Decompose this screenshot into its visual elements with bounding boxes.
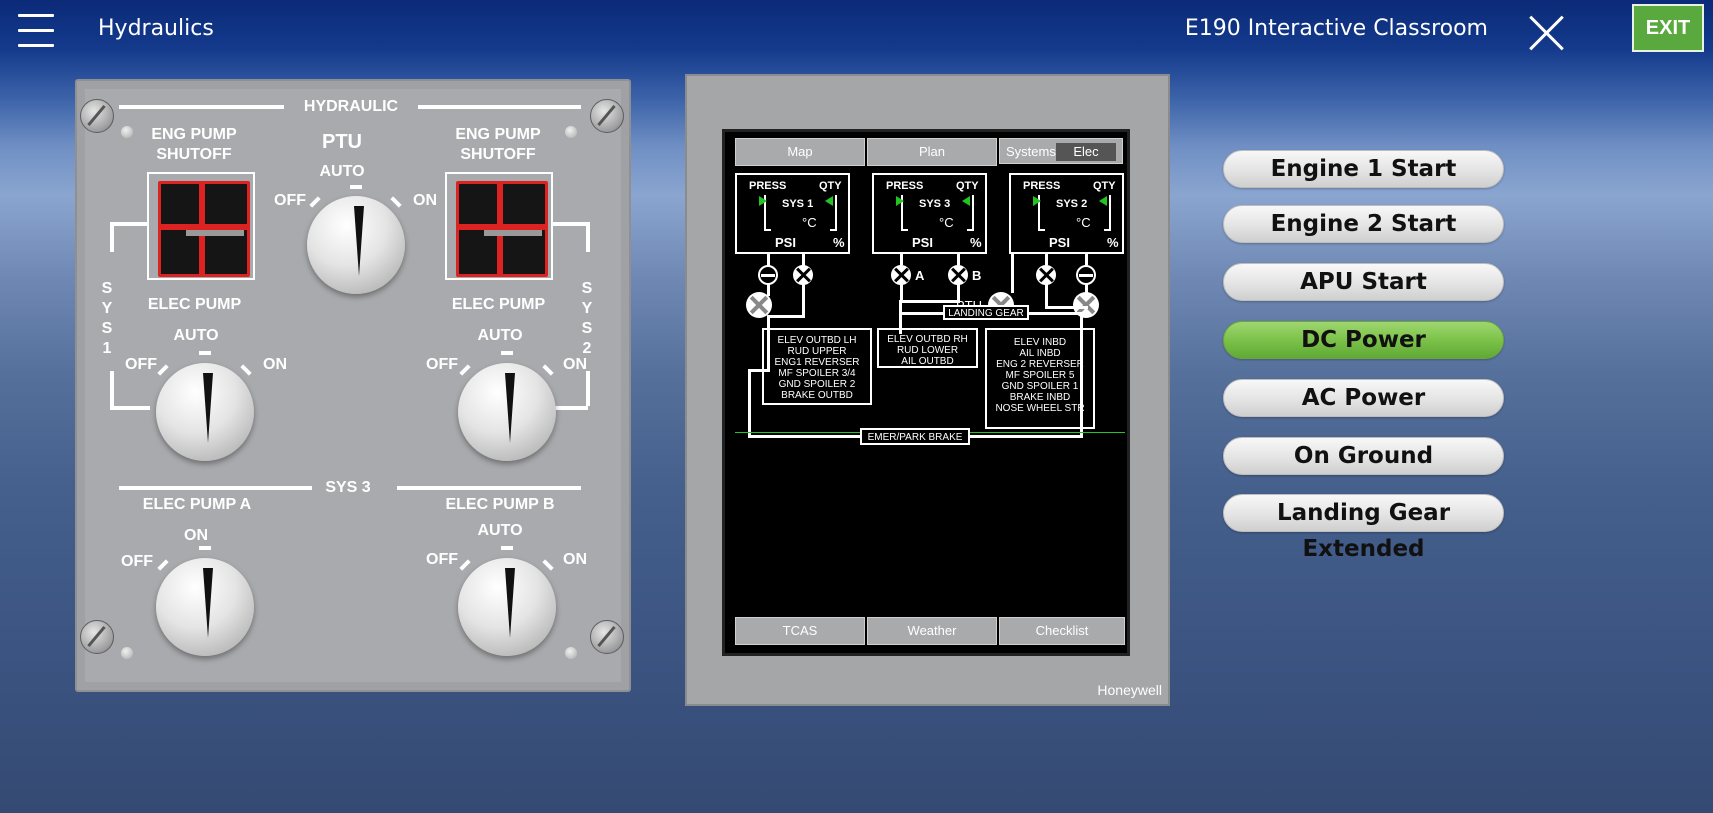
sys2-vertical-label: S Y S 2 (581, 280, 593, 357)
valve-sys3-b-icon (948, 265, 968, 285)
apu-start-button[interactable]: APU Start (1223, 263, 1504, 301)
ac-power-button[interactable]: AC Power (1223, 379, 1504, 417)
brand-label: Honeywell (1097, 682, 1162, 698)
screw-icon (80, 620, 114, 654)
page-title: Hydraulics (98, 16, 214, 41)
tab-map[interactable]: Map (735, 138, 865, 166)
ptu-on-label: ON (413, 192, 437, 209)
elec-pump-b-auto: AUTO (477, 522, 523, 539)
tab-systems-label: Systems (1006, 144, 1056, 159)
elec-pump-right-label: ELEC PUMP (451, 296, 546, 313)
sys2-indicator-box: PRESS QTY SYS 2 °C PSI % (1009, 173, 1124, 254)
rivet-icon (565, 126, 577, 138)
elec-pump-b-label: ELEC PUMP B (445, 496, 555, 513)
emer-park-brake-box: EMER/PARK BRAKE (860, 428, 970, 445)
ptu-off-label: OFF (274, 192, 306, 209)
rivet-icon (121, 647, 133, 659)
valve-a-label: A (915, 268, 925, 283)
landing-gear-extended-button[interactable]: Landing Gear Extended (1223, 494, 1504, 562)
consumers-sys1-box: ELEV OUTBD LH RUD UPPER ENG1 REVERSER MF… (762, 328, 872, 405)
screw-icon (590, 99, 624, 133)
valve-sys3-a-icon (891, 265, 911, 285)
close-icon[interactable] (1527, 14, 1565, 52)
app-title: E190 Interactive Classroom (1184, 16, 1488, 41)
on-ground-button[interactable]: On Ground (1223, 437, 1504, 475)
top-bar: Hydraulics E190 Interactive Classroom EX… (0, 0, 1713, 62)
elec-pump-right-off: OFF (426, 356, 458, 373)
valve-b-label: B (972, 268, 982, 283)
elec-pump-left-off: OFF (125, 356, 157, 373)
screw-icon (590, 620, 624, 654)
landing-gear-box: LANDING GEAR (943, 305, 1029, 320)
sys3-label: SYS 3 (325, 479, 371, 496)
engine-2-start-button[interactable]: Engine 2 Start (1223, 205, 1504, 243)
elec-pump-right-on: ON (563, 356, 587, 373)
valve-sys1-elec-icon (793, 265, 813, 285)
elec-pump-left-label: ELEC PUMP (147, 296, 242, 313)
elec-pump-b-knob[interactable] (458, 558, 556, 656)
shutoff-valve-sys2-icon (1076, 265, 1096, 285)
elec-pump-left-on: ON (263, 356, 287, 373)
consumers-sys3-box: ELEV OUTBD RH RUD LOWER AIL OUTBD (877, 328, 978, 368)
elec-pump-right-knob[interactable] (458, 363, 556, 461)
panel-title: HYDRAULIC (303, 98, 399, 115)
ptu-label: PTU (322, 131, 362, 153)
eng-pump-shutoff-button-right[interactable] (445, 172, 553, 280)
elec-pump-a-on: ON (184, 527, 208, 544)
tab-elec[interactable]: Elec (1056, 143, 1116, 161)
screw-icon (80, 99, 114, 133)
consumers-sys2-box: ELEV INBD AIL INBD ENG 2 REVERSER MF SPO… (985, 328, 1095, 429)
eng-pump-shutoff-label-right: ENG PUMP SHUTOFF (455, 126, 541, 163)
elec-pump-left-auto: AUTO (173, 327, 219, 344)
sys1-vertical-label: S Y S 1 (101, 280, 113, 357)
ptu-selector-knob[interactable] (307, 196, 405, 294)
eng-pump-shutoff-button-left[interactable] (147, 172, 255, 280)
elec-pump-a-label: ELEC PUMP A (142, 496, 252, 513)
tab-weather[interactable]: Weather (867, 617, 997, 645)
elec-pump-b-on: ON (563, 551, 587, 568)
dc-power-button[interactable]: DC Power (1223, 321, 1504, 359)
elec-pump-a-off: OFF (121, 553, 153, 570)
elec-pump-b-off: OFF (426, 551, 458, 568)
eng-pump-shutoff-label-left: ENG PUMP SHUTOFF (151, 126, 237, 163)
hydraulic-panel: HYDRAULIC ENG PUMP SHUTOFF ENG PUMP SHUT… (75, 79, 631, 692)
rivet-icon (565, 647, 577, 659)
elec-pump-right-auto: AUTO (477, 327, 523, 344)
rivet-icon (121, 126, 133, 138)
ptu-auto-label: AUTO (319, 163, 365, 180)
exit-button[interactable]: EXIT (1632, 4, 1704, 52)
valve-sys2-elec-icon (1036, 265, 1056, 285)
menu-icon[interactable] (18, 14, 54, 50)
shutoff-valve-sys1-icon (758, 265, 778, 285)
mfd-display: Map Plan Systems Elec PRESS QTY SYS 1 °C… (685, 74, 1170, 706)
sys1-indicator-box: PRESS QTY SYS 1 °C PSI % (735, 173, 850, 254)
elec-pump-left-knob[interactable] (156, 363, 254, 461)
mfd-screen: Map Plan Systems Elec PRESS QTY SYS 1 °C… (722, 129, 1130, 656)
engine-1-start-button[interactable]: Engine 1 Start (1223, 150, 1504, 188)
tab-checklist[interactable]: Checklist (999, 617, 1125, 645)
sys3-indicator-box: PRESS QTY SYS 3 °C PSI % (872, 173, 987, 254)
elec-pump-a-knob[interactable] (156, 558, 254, 656)
tab-systems[interactable]: Systems Elec (999, 138, 1123, 164)
tab-plan[interactable]: Plan (867, 138, 997, 166)
tab-tcas[interactable]: TCAS (735, 617, 865, 645)
